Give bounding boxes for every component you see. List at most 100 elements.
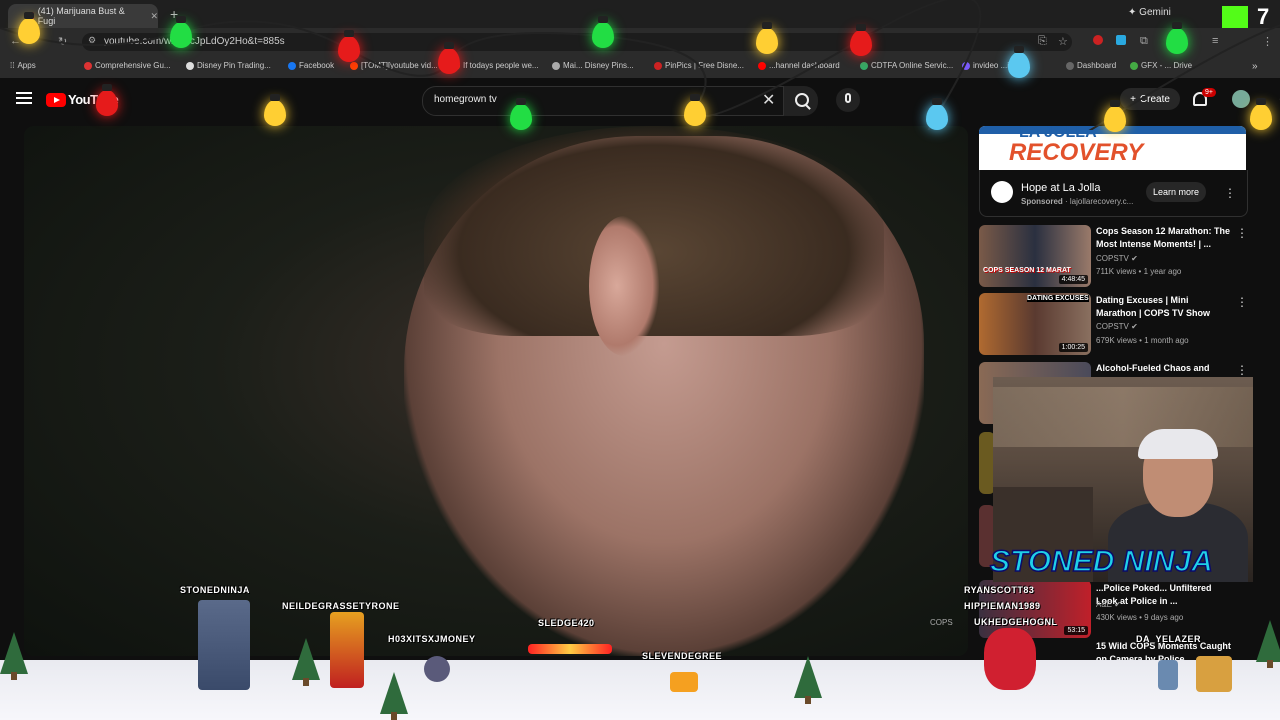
favicon-icon	[654, 61, 662, 70]
reload-icon[interactable]: ↻	[58, 35, 67, 48]
bookmark-item[interactable]: GFX - ... Drive	[1130, 61, 1192, 70]
search-query: homegrown tv	[434, 94, 497, 105]
webcam-background	[993, 387, 1253, 447]
reddit-icon	[350, 61, 358, 70]
chatter-name: H03XITSXJMONEY	[388, 634, 476, 644]
video-duration: 1:00:25	[1058, 343, 1088, 352]
more-options-icon[interactable]: ⋮	[1236, 363, 1248, 377]
search-icon	[795, 93, 809, 107]
bookmark-item[interactable]: If todays people we...	[452, 61, 539, 70]
chatter-avatar-soldier	[198, 600, 250, 690]
gemini-label: Gemini	[1139, 7, 1171, 18]
bookmark-item[interactable]: Disney Pin Trading...	[186, 61, 271, 70]
bookmark-item[interactable]: ...hannel dashboard	[758, 61, 840, 70]
extension-red-icon[interactable]	[1093, 35, 1103, 45]
christmas-tree-icon	[380, 672, 408, 720]
light-bulb-icon	[18, 12, 40, 44]
bookmark-item[interactable]: Facebook	[288, 61, 334, 70]
video-meta: 430K views • 9 days ago	[1096, 613, 1184, 622]
bookmark-label: ...hannel dashboard	[769, 61, 840, 70]
light-bulb-icon	[438, 42, 460, 74]
video-player[interactable]: COPS	[24, 126, 968, 656]
youtube-logo-icon[interactable]	[46, 93, 66, 107]
kick-number: 7	[1257, 4, 1270, 29]
light-bulb-icon	[592, 16, 614, 48]
bookmark-label: Disney Pin Trading...	[197, 61, 271, 70]
chatter-name: RYANSCOTT83	[964, 585, 1035, 595]
video-title[interactable]: Alcohol-Fueled Chaos and	[1096, 362, 1231, 375]
bookmark-apps[interactable]: ⁞⁞ Apps	[10, 61, 36, 70]
channel-label: A&E	[1096, 600, 1113, 609]
apps-grid-icon: ⁞⁞	[10, 61, 15, 70]
ad-banner-subtitle: RECOVERY	[1009, 139, 1144, 166]
light-bulb-icon	[926, 98, 948, 130]
ad-banner[interactable]: LA JOLLA RECOVERY	[979, 126, 1246, 170]
video-title[interactable]: Dating Excuses | Mini Marathon | COPS TV…	[1096, 294, 1231, 320]
create-button[interactable]: + Create	[1120, 88, 1180, 110]
gemini-icon: ✦	[1128, 7, 1140, 18]
more-options-icon[interactable]: ⋮	[1236, 295, 1248, 309]
channel-label: COPSTV	[1096, 254, 1129, 263]
bookmark-item[interactable]: [TOMT][youtube vid...	[350, 61, 438, 70]
more-options-icon[interactable]: ⋮	[1236, 226, 1248, 240]
learn-more-button[interactable]: Learn more	[1146, 182, 1206, 202]
drive-icon	[1130, 61, 1138, 70]
light-bulb-icon	[338, 30, 360, 62]
hamburger-menu-icon[interactable]	[16, 92, 32, 104]
bookmark-label: Apps	[17, 61, 36, 70]
light-bulb-icon	[264, 94, 286, 126]
bookmark-item[interactable]: Comprehensive Gu...	[84, 61, 171, 70]
bookmark-star-icon[interactable]: ☆	[1058, 35, 1068, 48]
gemini-button[interactable]: ✦ Gemini	[1128, 7, 1171, 18]
light-bulb-icon	[684, 94, 706, 126]
notification-badge: 9+	[1202, 88, 1216, 97]
chatter-avatar-flame	[528, 644, 612, 654]
verified-icon: ✔	[1131, 254, 1138, 263]
channel-name[interactable]: COPSTV ✔	[1096, 254, 1138, 263]
kick-logo-icon	[1222, 6, 1248, 30]
clear-search-icon[interactable]: ✕	[762, 90, 775, 110]
bookmark-item[interactable]: PinPics | Free Disne...	[654, 61, 744, 70]
light-bulb-icon	[170, 16, 192, 48]
bookmark-item[interactable]: Dashboard	[1066, 61, 1116, 70]
light-bulb-icon	[1008, 46, 1030, 78]
site-info-icon[interactable]: ⚙	[88, 35, 96, 46]
video-meta: 711K views • 1 year ago	[1096, 267, 1182, 276]
plus-icon: +	[1130, 93, 1136, 105]
extension-blue-icon[interactable]	[1116, 35, 1126, 45]
url-text: youtube.com/w...=ccJpLdOy2Ho&t=885s	[104, 36, 285, 47]
ad-domain: lajollarecovery.c...	[1069, 197, 1134, 206]
video-duration: 53:15	[1064, 626, 1088, 635]
tab-close-icon[interactable]: ✕	[150, 11, 158, 22]
video-thumbnail[interactable]: COPS SEASON 12 MARAT 4:48:45	[979, 225, 1091, 287]
channel-name[interactable]: COPSTV ✔	[1096, 322, 1138, 331]
light-bulb-icon	[850, 24, 872, 56]
avatar[interactable]	[1232, 90, 1250, 108]
bookmarks-overflow-icon[interactable]: »	[1252, 61, 1258, 72]
channel-name[interactable]: A&E ✔	[1096, 600, 1121, 609]
extensions-puzzle-icon[interactable]: ⧉	[1140, 35, 1148, 48]
christmas-tree-icon	[0, 632, 28, 680]
chatter-name: SLEVENDEGREE	[642, 651, 723, 661]
media-icon[interactable]: ≡	[1212, 35, 1218, 47]
create-label: Create	[1139, 93, 1170, 105]
browser-menu-icon[interactable]: ⋮	[1262, 35, 1273, 48]
video-duration: 4:48:45	[1058, 275, 1088, 284]
thumbnail-text: DATING EXCUSES	[1027, 295, 1089, 302]
bookmark-item[interactable]: Mai... Disney Pins...	[552, 61, 634, 70]
favicon-icon	[552, 61, 560, 70]
bookmark-item[interactable]: CDTFA Online Servic...	[860, 61, 953, 70]
more-options-icon[interactable]: ⋮	[1224, 186, 1236, 200]
video-meta: 679K views • 1 month ago	[1096, 336, 1189, 345]
chatter-avatar-blob	[670, 672, 698, 692]
video-thumbnail[interactable]: DATING EXCUSES 1:00:25	[979, 293, 1091, 355]
video-title[interactable]: Cops Season 12 Marathon: The Most Intens…	[1096, 225, 1231, 251]
snow-ground	[0, 660, 1280, 720]
verified-icon: ✔	[1114, 600, 1121, 609]
voice-search-icon[interactable]	[836, 88, 860, 112]
bookmark-label: Mai... Disney Pins...	[563, 61, 634, 70]
streamer-cap	[1138, 429, 1218, 459]
ad-name: Hope at La Jolla	[1021, 182, 1101, 194]
ad-card[interactable]	[979, 170, 1248, 217]
install-icon[interactable]: ⎘	[1038, 35, 1047, 48]
